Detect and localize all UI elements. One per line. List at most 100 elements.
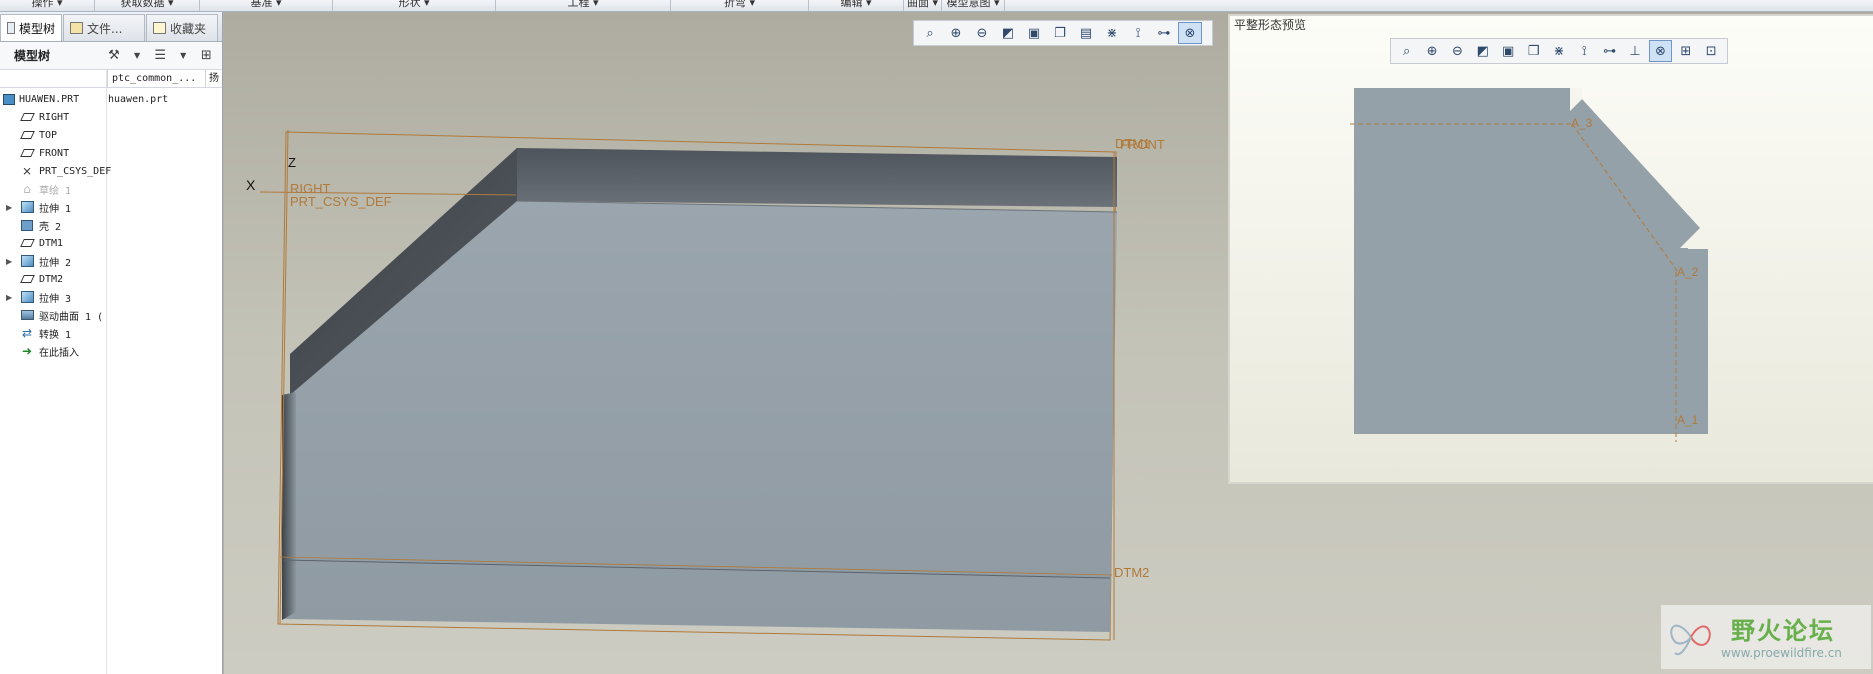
tree-node-label: 驱动曲面 1 ( [39, 311, 104, 323]
tree-node-label: 拉伸 3 [39, 293, 72, 305]
expand-arrow-icon[interactable]: ▶ [6, 203, 12, 212]
model-tree-title: 模型树 [14, 49, 51, 63]
watermark-title: 野火论坛 [1731, 617, 1835, 645]
bend-label-a3: A_3 [1571, 116, 1593, 130]
part-top-flange [517, 148, 1117, 207]
ribbon-group-bar: 操作 ▾ 获取数据 ▾ 基准 ▾ 形状 ▾ 工程 ▾ 折弯 ▾ 编辑 ▾ 曲面 … [0, 0, 1873, 12]
tree-node-part[interactable]: HUAWEN.PRT [0, 90, 106, 108]
model-tree: HUAWEN.PRT RIGHT TOP FRONT ⨯ PRT_CSYS_DEF… [0, 90, 111, 360]
extrude-icon [20, 290, 34, 304]
tree-column-headers: ptc_common_... 扬 [0, 70, 222, 88]
tree-columns-icon[interactable]: ⊞ [196, 47, 216, 65]
tree-node-label: DTM2 [39, 273, 64, 285]
tree-node-conversion[interactable]: ⇄ 转换 1 [0, 324, 106, 342]
tree-node-driving-surface[interactable]: 驱动曲面 1 ( [0, 306, 106, 324]
tree-node-csys[interactable]: ⨯ PRT_CSYS_DEF [0, 162, 111, 180]
ribbon-group-engineering[interactable]: 工程 ▾ [496, 0, 671, 11]
tab-file-browser-label: 文件... [87, 21, 123, 36]
tree-show-icon[interactable]: ☰ [150, 47, 170, 65]
tab-model-tree-label: 模型树 [18, 21, 55, 36]
tree-node-label: FRONT [39, 147, 70, 159]
ribbon-group-editing[interactable]: 编辑 ▾ [809, 0, 904, 11]
tree-node-label: 壳 2 [39, 221, 62, 233]
tree-settings-dropdown-icon[interactable]: ▼ [134, 51, 140, 60]
ribbon-group-bends[interactable]: 折弯 ▾ [671, 0, 809, 11]
datum-plane-icon [19, 272, 35, 286]
z-axis-label: Z [288, 155, 296, 170]
datum-dtm2-label: DTM2 [1114, 565, 1149, 580]
tree-node-label: TOP [39, 129, 58, 141]
tab-model-tree[interactable]: 模型树 [0, 14, 62, 41]
flat-pattern-preview-window[interactable]: 平整形态预览 ⌕ ⊕ ⊖ ◩ ▣ ❐ ⋇ ⟟ ⊶ ⊥ ⊗ ⊞ ⊡ A_3 A_2… [1228, 14, 1873, 484]
model-tree-toolbar: 模型树 ⚒ ▼ ☰ ▼ ⊞ [0, 42, 222, 70]
tree-node-front[interactable]: FRONT [0, 144, 106, 162]
tree-node-label: RIGHT [39, 111, 70, 123]
model-canvas[interactable]: X Z RIGHT PRT_CSYS_DEF DTM1 FRONT DTM2 [224, 12, 1244, 674]
extrude-icon [20, 200, 34, 214]
model-tree-icon [7, 22, 15, 34]
navigator-tabs: 模型树 文件... 收藏夹 [0, 12, 222, 42]
datum-plane-icon [19, 146, 35, 160]
tab-favorites-label: 收藏夹 [170, 21, 207, 36]
insert-arrow-icon: ➜ [21, 344, 33, 358]
ribbon-group-operations[interactable]: 操作 ▾ [0, 0, 95, 11]
tab-file-browser[interactable]: 文件... [63, 14, 145, 41]
datum-plane-icon [19, 110, 35, 124]
tree-node-label: 草绘 1 [39, 185, 72, 197]
tree-node-label: 拉伸 1 [39, 203, 72, 215]
datum-plane-icon [19, 236, 35, 250]
tab-favorites[interactable]: 收藏夹 [146, 14, 218, 41]
tree-node-right[interactable]: RIGHT [0, 108, 106, 126]
butterfly-logo [1670, 624, 1711, 656]
part-left-flange [282, 392, 296, 620]
tree-node-top[interactable]: TOP [0, 126, 106, 144]
tree-node-label: DTM1 [39, 237, 64, 249]
tree-node-shell[interactable]: 壳 2 [0, 216, 106, 234]
tree-node-dtm1[interactable]: DTM1 [0, 234, 106, 252]
column-divider [106, 70, 107, 674]
tree-node-sketch[interactable]: ⌂ 草绘 1 [0, 180, 106, 198]
extrude-icon [20, 254, 34, 268]
watermark-url: www.proewildfire.cn [1721, 646, 1842, 660]
tree-node-label: 拉伸 2 [39, 257, 72, 269]
csys-icon: ⨯ [21, 164, 33, 178]
tree-node-extrude-2[interactable]: ▶ 拉伸 2 [0, 252, 106, 270]
ribbon-group-model-intent[interactable]: 模型意图 ▾ [942, 0, 1005, 11]
tree-show-dropdown-icon[interactable]: ▼ [180, 51, 186, 60]
ribbon-group-datum[interactable]: 基准 ▾ [200, 0, 333, 11]
flat-pattern-shape [1354, 88, 1708, 434]
sketch-icon: ⌂ [23, 182, 31, 196]
tree-node-extrude-3[interactable]: ▶ 拉伸 3 [0, 288, 106, 306]
ribbon-group-shapes[interactable]: 形状 ▾ [333, 0, 496, 11]
tree-node-dtm2[interactable]: DTM2 [0, 270, 106, 288]
folder-icon [70, 22, 83, 34]
datum-front-label: FRONT [1120, 137, 1165, 152]
tree-node-label: HUAWEN.PRT [19, 93, 80, 105]
shell-icon [20, 218, 34, 232]
expand-arrow-icon[interactable]: ▶ [6, 257, 12, 266]
bend-label-a2: A_2 [1677, 265, 1699, 279]
tree-settings-icon[interactable]: ⚒ [104, 47, 124, 65]
expand-arrow-icon[interactable]: ▶ [6, 293, 12, 302]
csys-label: PRT_CSYS_DEF [290, 194, 392, 209]
tree-node-label: PRT_CSYS_DEF [39, 165, 112, 177]
driving-surface-icon [20, 308, 34, 322]
navigator-panel: 模型树 文件... 收藏夹 模型树 ⚒ ▼ ☰ ▼ ⊞ ptc_common_...… [0, 12, 223, 674]
conversion-icon: ⇄ [21, 326, 33, 340]
forum-watermark: 野火论坛 www.proewildfire.cn [1661, 605, 1871, 669]
favorites-icon [153, 22, 166, 34]
tree-node-label: 在此插入 [39, 347, 79, 359]
column-header-extra[interactable]: 扬 [205, 70, 222, 88]
tree-node-label: 转换 1 [39, 329, 72, 341]
x-axis-label: X [246, 177, 256, 193]
ribbon-group-surfaces[interactable]: 曲面 ▾ [904, 0, 942, 11]
part-icon [2, 92, 16, 106]
datum-plane-icon [19, 128, 35, 142]
tree-node-extrude-1[interactable]: ▶ 拉伸 1 [0, 198, 106, 216]
column-header-common-name[interactable]: ptc_common_... [107, 70, 205, 88]
tree-node-insert-here[interactable]: ➜ 在此插入 [0, 342, 106, 360]
ribbon-group-get-data[interactable]: 获取数据 ▾ [95, 0, 200, 11]
tree-cell-filename: huawen.prt [108, 94, 169, 105]
bend-label-a1: A_1 [1677, 413, 1699, 427]
flat-pattern-canvas[interactable]: A_3 A_2 A_1 [1230, 16, 1873, 482]
